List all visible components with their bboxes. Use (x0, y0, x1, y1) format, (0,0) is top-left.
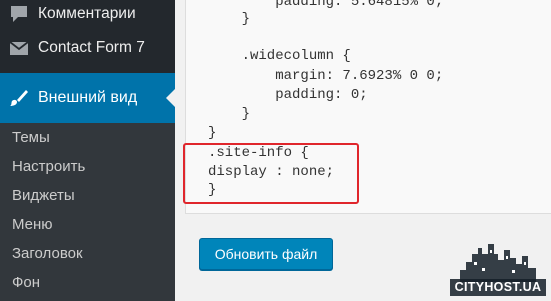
code-line: } (208, 11, 251, 27)
update-file-button[interactable]: Обновить файл (199, 238, 333, 270)
sidebar-item-appearance[interactable]: Внешний вид (0, 73, 175, 123)
sidebar-item-label: Комментарии (38, 5, 136, 22)
submenu-item-header[interactable]: Заголовок (12, 245, 83, 262)
sidebar-item-comments[interactable]: Комментарии (0, 0, 175, 28)
submenu-item-background[interactable]: Фон (12, 274, 40, 291)
submenu-item-widgets[interactable]: Виджеты (12, 187, 75, 204)
city-skyline-logo (460, 244, 536, 282)
code-line: .widecolumn { (208, 48, 351, 64)
code-line: } (208, 106, 251, 122)
red-highlight-annotation (183, 143, 359, 204)
code-line: margin: 7.6923% 0 0; (208, 68, 444, 84)
code-line: padding: 5.64815% 0; (208, 0, 444, 10)
submenu-item-themes[interactable]: Темы (12, 129, 50, 146)
submenu-item-menus[interactable]: Меню (12, 216, 53, 233)
mail-envelope-icon (9, 41, 29, 55)
code-line: padding: 0; (208, 87, 368, 103)
active-indicator-arrow (166, 89, 175, 107)
sidebar-item-label: Contact Form 7 (38, 39, 145, 56)
sidebar-item-contact-form-7[interactable]: Contact Form 7 (0, 33, 175, 63)
appearance-submenu: Темы Настроить Виджеты Меню Заголовок Фо… (0, 123, 175, 301)
paintbrush-icon (10, 90, 28, 106)
watermark-text: CITYHOST.UA (450, 279, 546, 296)
admin-sidebar: Комментарии Contact Form 7 Внешний вид Т… (0, 0, 175, 301)
comment-bubble-icon (11, 6, 27, 22)
sidebar-item-label: Внешний вид (38, 89, 138, 106)
cityhost-watermark: CITYHOST.UA (450, 240, 546, 296)
code-line: } (208, 125, 217, 141)
submenu-item-customize[interactable]: Настроить (12, 158, 85, 175)
